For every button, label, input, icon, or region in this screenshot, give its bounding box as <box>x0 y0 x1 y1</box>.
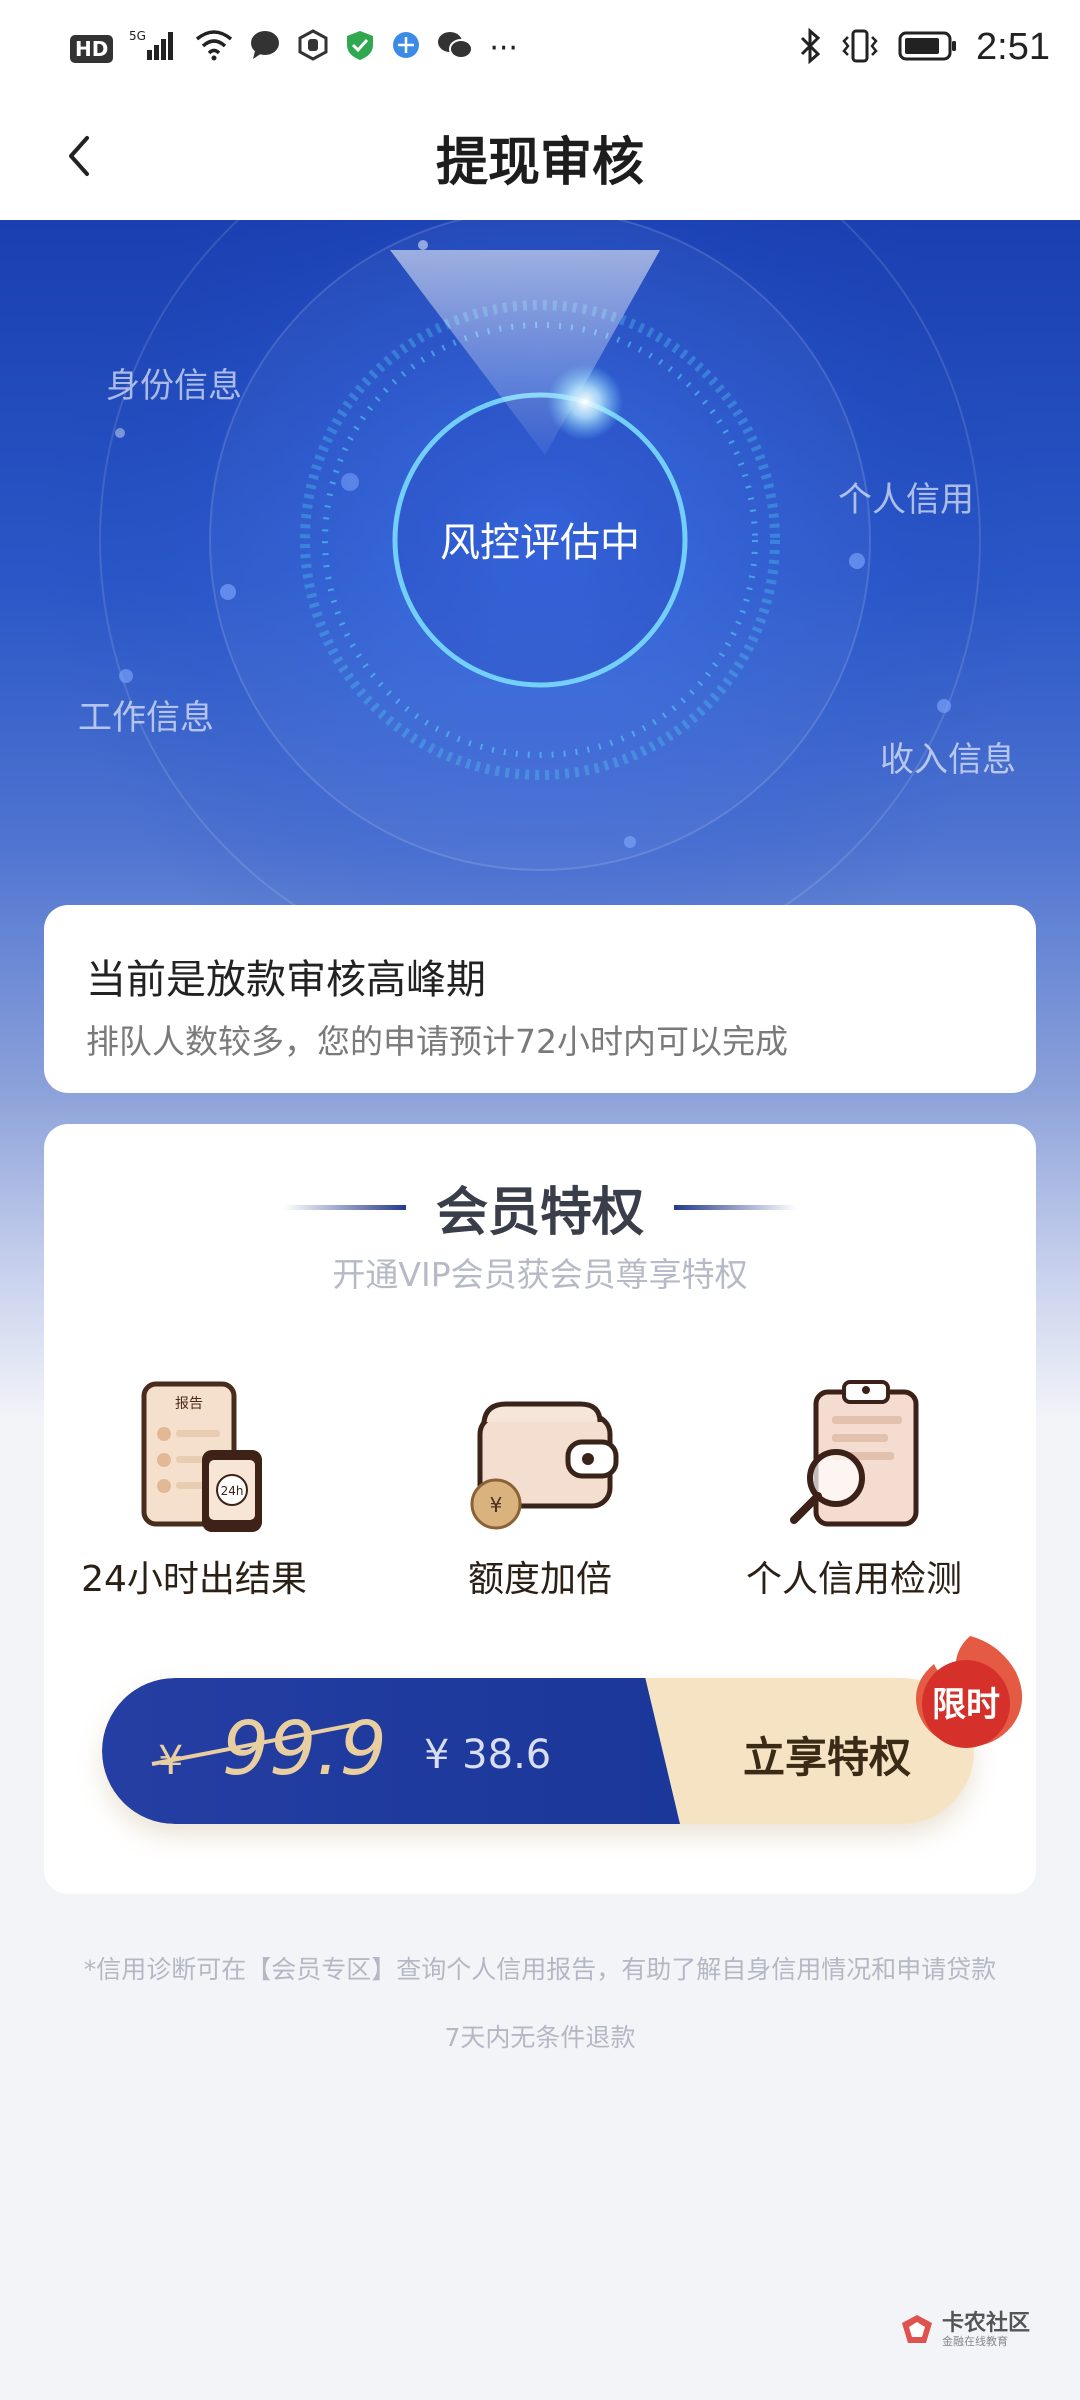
page-title: 提现审核 <box>435 133 644 193</box>
price-panel <box>102 1678 680 1824</box>
notice-title: 当前是放款审核高峰期 <box>86 957 486 1003</box>
status-time: 2:51 <box>976 26 1050 68</box>
hd-icon: HD <box>70 34 114 63</box>
benefit-label: 额度加倍 <box>467 1559 612 1600</box>
title-bar: 提现审核 <box>0 100 1080 220</box>
wifi-icon <box>195 29 233 68</box>
vip-title: 会员特权 <box>435 1183 644 1243</box>
radar-dot <box>418 240 428 250</box>
watermark-main: 卡农社区 <box>942 2311 1031 2336</box>
badge-24h-text: 24h <box>221 1484 244 1498</box>
radar-spark <box>547 364 623 440</box>
signal-5g-icon: 5G <box>129 28 179 69</box>
radar-label-identity: 身份信息 <box>106 366 242 406</box>
bluetooth-icon <box>798 27 822 68</box>
refund-text: 7天内无条件退款 <box>444 2023 636 2052</box>
radar-label-income: 收入信息 <box>880 740 1016 780</box>
vip-title-row: 会员特权 <box>44 1170 1036 1245</box>
radar-dot <box>341 473 359 491</box>
shield-app-icon <box>297 29 329 68</box>
divider-right <box>674 1205 796 1210</box>
radar-dot <box>220 584 236 600</box>
watermark-sub: 金融在线教育 <box>942 2335 1008 2349</box>
wallet-icon: ¥ <box>470 1401 619 1530</box>
new-price: ¥ 38.6 <box>424 1732 552 1778</box>
yen-coin-text: ¥ <box>490 1493 503 1517</box>
disclaimer-text: *信用诊断可在【会员专区】查询个人信用报告，有助了解自身信用情况和申请贷款 <box>83 1955 997 1984</box>
radar-dot <box>937 699 951 713</box>
clipboard-magnifier-icon <box>790 1380 919 1527</box>
limited-time-text: 限时 <box>932 1685 1000 1725</box>
benefit-label: 24小时出结果 <box>81 1559 307 1600</box>
notice-card: 当前是放款审核高峰期 排队人数较多，您的申请预计72小时内可以完成 <box>44 905 1036 1093</box>
vip-purchase-button[interactable]: ¥ 99.9 ¥ 38.6 立享特权 <box>102 1678 974 1824</box>
status-right-icons: 2:51 <box>798 26 1050 69</box>
notice-subtitle: 排队人数较多，您的申请预计72小时内可以完成 <box>86 1022 788 1061</box>
benefit-label: 个人信用检测 <box>745 1559 962 1600</box>
radar-dot <box>119 669 133 683</box>
benefit-double-limit: ¥ 额度加倍 <box>390 1376 690 1602</box>
vip-subtitle: 开通VIP会员获会员尊享特权 <box>332 1255 748 1294</box>
vibrate-icon <box>840 28 880 68</box>
limited-time-badge: 限时 <box>916 1636 1023 1748</box>
divider-left <box>283 1205 406 1210</box>
battery-icon <box>898 30 958 66</box>
wechat-icon <box>437 30 474 67</box>
radar-dot <box>624 836 636 848</box>
report-phone-icon: 报告 24h <box>141 1381 262 1532</box>
watermark-logo-icon <box>902 2315 932 2344</box>
status-left-icons: HD 5G ··· <box>70 28 518 69</box>
radar-center-status: 风控评估中 <box>440 520 640 566</box>
benefit-credit-check: 个人信用检测 <box>704 1376 1004 1602</box>
benefit-fast-result: 报告 24h 24小时出结果 <box>44 1376 344 1602</box>
message-icon <box>249 29 281 68</box>
watermark-text: 卡农社区 金融在线教育 <box>942 2311 1031 2349</box>
old-price: 99.9 <box>222 1706 387 1792</box>
more-dots-icon: ··· <box>489 31 518 66</box>
security-check-icon <box>345 29 375 68</box>
status-bar: HD 5G ··· 2:51 <box>0 0 1080 100</box>
vip-card: 会员特权 开通VIP会员获会员尊享特权 报告 24h 24小时出结果 ¥ 额度加… <box>44 1124 1036 1894</box>
watermark: 卡农社区 金融在线教育 <box>900 2311 1031 2349</box>
radar-dot <box>115 428 125 438</box>
signal-5g-label: 5G <box>129 29 146 43</box>
report-text: 报告 <box>175 1396 203 1412</box>
browser-icon <box>391 30 421 67</box>
radar-label-work: 工作信息 <box>78 698 214 738</box>
